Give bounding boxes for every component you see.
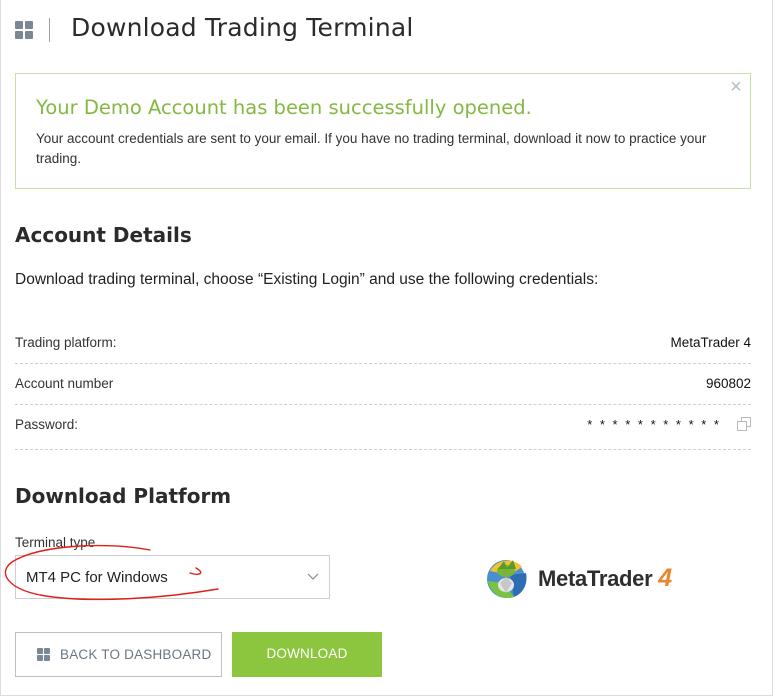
terminal-type-select[interactable]: MT4 PC for Windows	[15, 555, 330, 599]
detail-label: Account number	[15, 376, 114, 391]
metatrader-globe-icon	[487, 560, 527, 599]
download-button[interactable]: DOWNLOAD	[232, 632, 382, 677]
metatrader-logo-text: MetaTrader 4	[538, 564, 672, 593]
password-value: * * * * * * * * * * *	[587, 417, 721, 432]
detail-label: Password:	[15, 417, 79, 432]
metatrader-logo: MetaTrader 4	[480, 549, 680, 605]
alert-title: Your Demo Account has been successfully …	[36, 96, 532, 119]
logo-number: 4	[658, 564, 672, 592]
detail-value: 960802	[705, 376, 751, 391]
grid-icon[interactable]	[15, 21, 33, 39]
alert-text: Your account credentials are sent to you…	[36, 131, 707, 166]
terminal-type-value: MT4 PC for Windows	[26, 569, 168, 586]
page-header: Download Trading Terminal	[0, 0, 773, 58]
detail-row-account-number: Account number 960802	[15, 364, 751, 405]
download-platform-title: Download Platform	[15, 484, 232, 508]
download-button-label: DOWNLOAD	[266, 646, 348, 661]
detail-value: MetaTrader 4	[670, 335, 751, 350]
detail-row-password: Password: * * * * * * * * * * *	[15, 405, 751, 450]
copy-icon[interactable]	[737, 417, 751, 431]
detail-label: Trading platform:	[15, 335, 117, 350]
back-to-dashboard-button[interactable]: BACK TO DASHBOARD	[15, 632, 222, 677]
page-title: Download Trading Terminal	[71, 13, 414, 42]
instructions-text: Download trading terminal, choose “Exist…	[15, 271, 599, 288]
success-alert: × Your Demo Account has been successfull…	[15, 73, 751, 189]
header-divider	[49, 18, 50, 42]
grid-icon	[37, 648, 50, 661]
account-details-title: Account Details	[15, 223, 192, 247]
back-button-label: BACK TO DASHBOARD	[60, 647, 212, 662]
chevron-down-icon	[307, 573, 319, 580]
logo-word: MetaTrader	[538, 566, 653, 591]
close-icon[interactable]: ×	[727, 76, 745, 98]
terminal-type-label: Terminal type	[15, 535, 96, 550]
detail-row-platform: Trading platform: MetaTrader 4	[15, 323, 751, 364]
